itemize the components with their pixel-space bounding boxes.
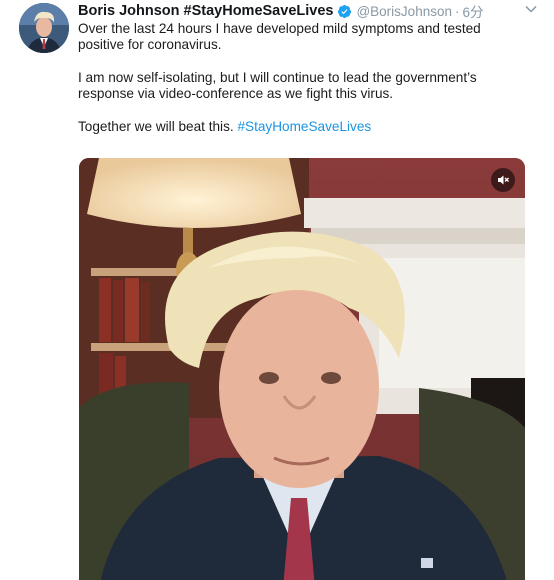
timestamp[interactable]: 6分 bbox=[462, 1, 483, 21]
tweet-header: Boris Johnson #StayHomeSaveLives @BorisJ… bbox=[78, 1, 544, 21]
tweet-paragraph-3-text: Together we will beat this. bbox=[78, 119, 238, 134]
separator-dot: · bbox=[454, 3, 460, 19]
tweet-paragraph-1: Over the last 24 hours I have developed … bbox=[78, 21, 481, 52]
video-frame bbox=[79, 158, 525, 580]
display-name[interactable]: Boris Johnson #StayHomeSaveLives bbox=[78, 3, 333, 19]
author-handle[interactable]: @BorisJohnson bbox=[356, 4, 452, 19]
tweet-paragraph-2: I am now self-isolating, but I will cont… bbox=[78, 70, 477, 101]
tweet-paragraph-3: Together we will beat this. #StayHomeSav… bbox=[78, 119, 528, 135]
video-player[interactable] bbox=[79, 158, 525, 580]
speaker-muted-icon bbox=[498, 175, 509, 185]
avatar[interactable] bbox=[19, 3, 69, 53]
tweet-text: Over the last 24 hours I have developed … bbox=[78, 21, 528, 135]
tweet[interactable]: Boris Johnson #StayHomeSaveLives @BorisJ… bbox=[0, 0, 554, 580]
mute-button[interactable] bbox=[491, 168, 515, 192]
verified-badge-icon bbox=[338, 4, 352, 18]
chevron-down-icon[interactable] bbox=[524, 2, 538, 16]
hashtag-link[interactable]: #StayHomeSaveLives bbox=[237, 119, 371, 134]
